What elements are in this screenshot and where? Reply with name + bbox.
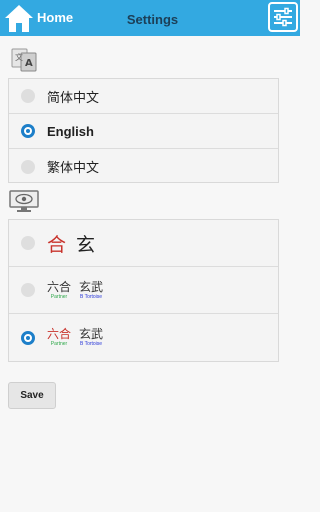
glyph-he: 合 [47,233,77,256]
language-option-english[interactable]: English [9,114,278,149]
radio-simplified[interactable] [21,89,35,103]
display-preview-full-color: 六合 Partner 玄武 B Tortoise [47,327,103,348]
language-icon: 文 A [11,48,37,72]
radio-traditional[interactable] [21,159,35,174]
language-label-simplified: 简体中文 [47,89,100,105]
save-button[interactable]: Save [8,382,56,409]
home-button[interactable]: Home [3,2,75,34]
page-title: Settings [126,12,179,27]
display-options: 合玄 六合 Partner 玄武 B Tortoise 六合 Partner 玄… [8,219,279,362]
svg-text:A: A [25,58,33,69]
language-option-traditional[interactable]: 繁体中文 [9,149,278,184]
preview-sub-4: B Tortoise [79,341,103,347]
language-options: 简体中文 English 繁体中文 [8,78,279,183]
svg-text:文: 文 [15,52,23,62]
settings-menu-button[interactable] [268,2,298,32]
top-bar: Home Settings [0,0,300,36]
display-option-full-color[interactable]: 六合 Partner 玄武 B Tortoise [9,314,278,361]
preview-han-3: 六合 [47,327,72,341]
display-option-full-mono[interactable]: 六合 Partner 玄武 B Tortoise [9,267,278,314]
preview-sub-2: B Tortoise [79,293,103,300]
home-label: Home [37,10,74,25]
preview-sub-3: Partner [50,341,68,347]
radio-display-full-mono[interactable] [21,283,35,297]
sliders-icon [274,7,292,27]
radio-display-single[interactable] [21,236,35,250]
preview-sub-1: Partner [50,293,68,300]
home-icon [5,5,33,32]
display-option-single[interactable]: 合玄 [9,220,278,267]
language-option-simplified[interactable]: 简体中文 [9,79,278,114]
glyph-xuan: 玄 [76,233,106,256]
preview-han-2: 玄武 [79,279,104,294]
display-icon [9,190,39,212]
radio-english[interactable] [21,124,35,138]
preview-han-4: 玄武 [79,327,104,341]
language-label-english: English [47,123,94,139]
display-preview-full-mono: 六合 Partner 玄武 B Tortoise [47,280,103,301]
display-preview-single: 合玄 [47,230,105,257]
language-label-traditional: 繁体中文 [47,160,100,175]
preview-han-1: 六合 [47,279,72,294]
radio-display-full-color[interactable] [21,330,35,345]
